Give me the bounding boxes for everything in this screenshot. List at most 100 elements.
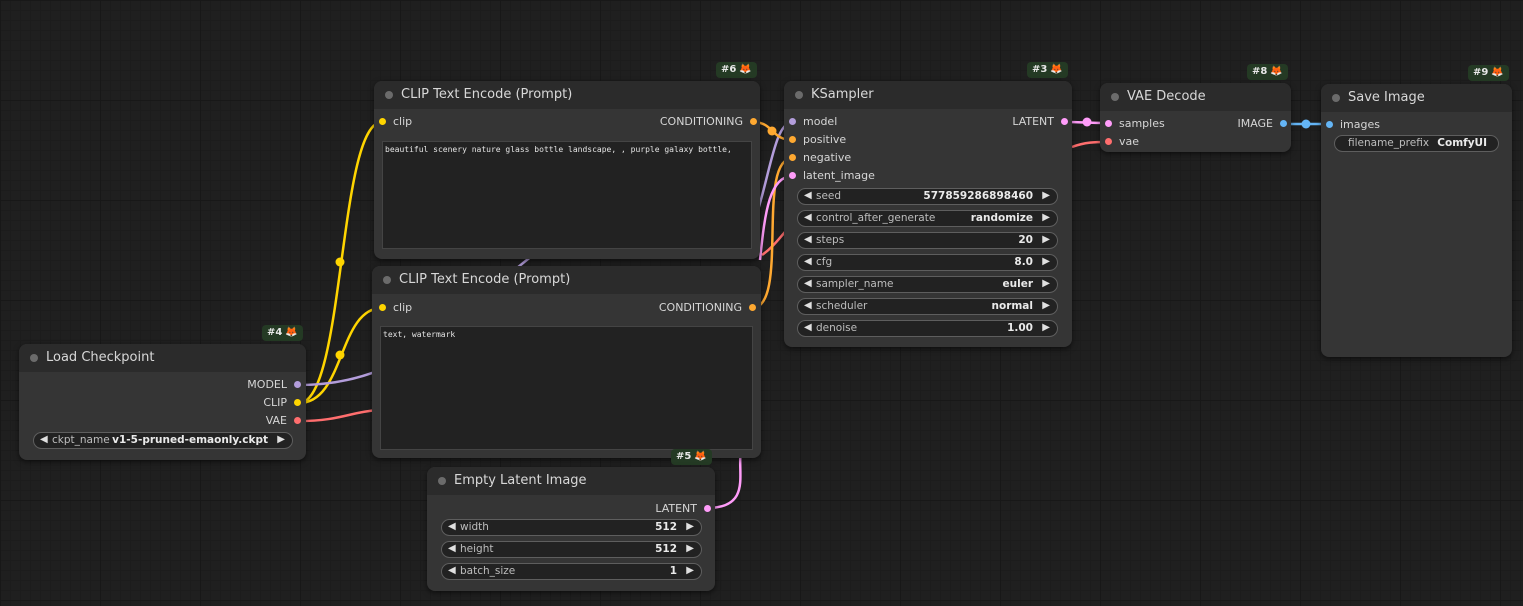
right-arrow-icon[interactable]: ▶ <box>1042 212 1050 223</box>
clip-text-encode-positive-node[interactable]: CLIP Text Encode (Prompt) clip CONDITION… <box>374 81 760 259</box>
input-latent-image[interactable]: latent_image <box>789 169 875 182</box>
left-arrow-icon[interactable]: ◀ <box>804 212 812 223</box>
right-arrow-icon[interactable]: ▶ <box>686 543 694 554</box>
port-label: negative <box>803 151 852 164</box>
left-arrow-icon[interactable]: ◀ <box>804 256 812 267</box>
port-dot[interactable] <box>789 136 796 143</box>
port-dot[interactable] <box>379 118 386 125</box>
batch-size-widget[interactable]: ◀ batch_size 1 ▶ <box>441 563 702 580</box>
node-title-bar[interactable]: CLIP Text Encode (Prompt) <box>374 81 760 109</box>
node-title-bar[interactable]: Save Image <box>1321 84 1512 112</box>
collapse-dot-icon[interactable] <box>438 477 446 485</box>
left-arrow-icon[interactable]: ◀ <box>804 234 812 245</box>
input-positive[interactable]: positive <box>789 133 846 146</box>
collapse-dot-icon[interactable] <box>385 91 393 99</box>
widget-label: ckpt_name <box>52 434 110 446</box>
input-clip[interactable]: clip <box>379 115 412 128</box>
output-image[interactable]: IMAGE <box>1237 117 1287 130</box>
fox-icon: 🦊 <box>1491 67 1504 78</box>
collapse-dot-icon[interactable] <box>795 91 803 99</box>
port-dot[interactable] <box>1326 121 1333 128</box>
right-arrow-icon[interactable]: ▶ <box>1042 278 1050 289</box>
port-dot[interactable] <box>789 118 796 125</box>
control-after-generate-widget[interactable]: ◀ control_after_generate randomize ▶ <box>797 210 1058 227</box>
port-dot[interactable] <box>294 381 301 388</box>
cfg-widget[interactable]: ◀ cfg 8.0 ▶ <box>797 254 1058 271</box>
prompt-textarea[interactable]: text, watermark <box>380 326 753 450</box>
node-title-bar[interactable]: Empty Latent Image <box>427 467 715 495</box>
collapse-dot-icon[interactable] <box>383 276 391 284</box>
left-arrow-icon[interactable]: ◀ <box>804 278 812 289</box>
input-images[interactable]: images <box>1326 118 1380 131</box>
output-latent[interactable]: LATENT <box>655 502 711 515</box>
port-dot[interactable] <box>750 118 757 125</box>
width-widget[interactable]: ◀ width 512 ▶ <box>441 519 702 536</box>
left-arrow-icon[interactable]: ◀ <box>448 521 456 532</box>
port-dot[interactable] <box>704 505 711 512</box>
port-dot[interactable] <box>789 154 796 161</box>
ksampler-node[interactable]: KSampler model positive negative latent_… <box>784 81 1072 347</box>
port-dot[interactable] <box>379 304 386 311</box>
right-arrow-icon[interactable]: ▶ <box>277 434 285 445</box>
output-vae[interactable]: VAE <box>266 414 301 427</box>
left-arrow-icon[interactable]: ◀ <box>804 300 812 311</box>
seed-widget[interactable]: ◀ seed 577859286898460 ▶ <box>797 188 1058 205</box>
right-arrow-icon[interactable]: ▶ <box>686 565 694 576</box>
right-arrow-icon[interactable]: ▶ <box>686 521 694 532</box>
node-title-bar[interactable]: CLIP Text Encode (Prompt) <box>372 266 761 294</box>
node-title: KSampler <box>811 87 874 102</box>
node-title-bar[interactable]: KSampler <box>784 81 1072 109</box>
port-dot[interactable] <box>789 172 796 179</box>
port-label: CONDITIONING <box>658 301 742 314</box>
collapse-dot-icon[interactable] <box>1111 93 1119 101</box>
input-vae[interactable]: vae <box>1105 135 1139 148</box>
sampler-name-widget[interactable]: ◀ sampler_name euler ▶ <box>797 276 1058 293</box>
left-arrow-icon[interactable]: ◀ <box>40 434 48 445</box>
vae-decode-node[interactable]: VAE Decode samples vae IMAGE <box>1100 83 1291 152</box>
input-samples[interactable]: samples <box>1105 117 1165 130</box>
left-arrow-icon[interactable]: ◀ <box>448 565 456 576</box>
right-arrow-icon[interactable]: ▶ <box>1042 234 1050 245</box>
port-dot[interactable] <box>1280 120 1287 127</box>
output-conditioning[interactable]: CONDITIONING <box>660 115 757 128</box>
output-clip[interactable]: CLIP <box>263 396 301 409</box>
port-dot[interactable] <box>749 304 756 311</box>
output-model[interactable]: MODEL <box>247 378 301 391</box>
port-label: positive <box>803 133 847 146</box>
collapse-dot-icon[interactable] <box>30 354 38 362</box>
port-dot[interactable] <box>294 417 301 424</box>
node-title-bar[interactable]: VAE Decode <box>1100 83 1291 111</box>
output-conditioning[interactable]: CONDITIONING <box>659 301 756 314</box>
save-image-node[interactable]: Save Image images filename_prefix ComfyU… <box>1321 84 1512 357</box>
filename-prefix-widget[interactable]: filename_prefix ComfyUI <box>1334 135 1499 152</box>
output-latent[interactable]: LATENT <box>1012 115 1068 128</box>
left-arrow-icon[interactable]: ◀ <box>448 543 456 554</box>
right-arrow-icon[interactable]: ▶ <box>1042 256 1050 267</box>
right-arrow-icon[interactable]: ▶ <box>1042 300 1050 311</box>
widget-value: euler <box>1002 278 1034 290</box>
right-arrow-icon[interactable]: ▶ <box>1042 190 1050 201</box>
empty-latent-image-node[interactable]: Empty Latent Image LATENT ◀ width 512 ▶ … <box>427 467 715 591</box>
input-model[interactable]: model <box>789 115 837 128</box>
left-arrow-icon[interactable]: ◀ <box>804 190 812 201</box>
right-arrow-icon[interactable]: ▶ <box>1042 322 1050 333</box>
height-widget[interactable]: ◀ height 512 ▶ <box>441 541 702 558</box>
load-checkpoint-node[interactable]: Load Checkpoint MODEL CLIP VAE ◀ ckpt_na… <box>19 344 306 460</box>
left-arrow-icon[interactable]: ◀ <box>804 322 812 333</box>
denoise-widget[interactable]: ◀ denoise 1.00 ▶ <box>797 320 1058 337</box>
wire-midpoint <box>335 257 345 267</box>
scheduler-widget[interactable]: ◀ scheduler normal ▶ <box>797 298 1058 315</box>
node-title-bar[interactable]: Load Checkpoint <box>19 344 306 372</box>
port-dot[interactable] <box>1105 138 1112 145</box>
collapse-dot-icon[interactable] <box>1332 94 1340 102</box>
port-dot[interactable] <box>294 399 301 406</box>
input-negative[interactable]: negative <box>789 151 851 164</box>
steps-widget[interactable]: ◀ steps 20 ▶ <box>797 232 1058 249</box>
clip-text-encode-negative-node[interactable]: CLIP Text Encode (Prompt) clip CONDITION… <box>372 266 761 458</box>
prompt-textarea[interactable]: beautiful scenery nature glass bottle la… <box>382 141 752 249</box>
input-clip[interactable]: clip <box>379 301 412 314</box>
ckpt-name-combo[interactable]: ◀ ckpt_name v1-5-pruned-emaonly.ckpt ▶ <box>33 432 293 449</box>
node-title: VAE Decode <box>1127 89 1206 104</box>
port-dot[interactable] <box>1105 120 1112 127</box>
port-dot[interactable] <box>1061 118 1068 125</box>
